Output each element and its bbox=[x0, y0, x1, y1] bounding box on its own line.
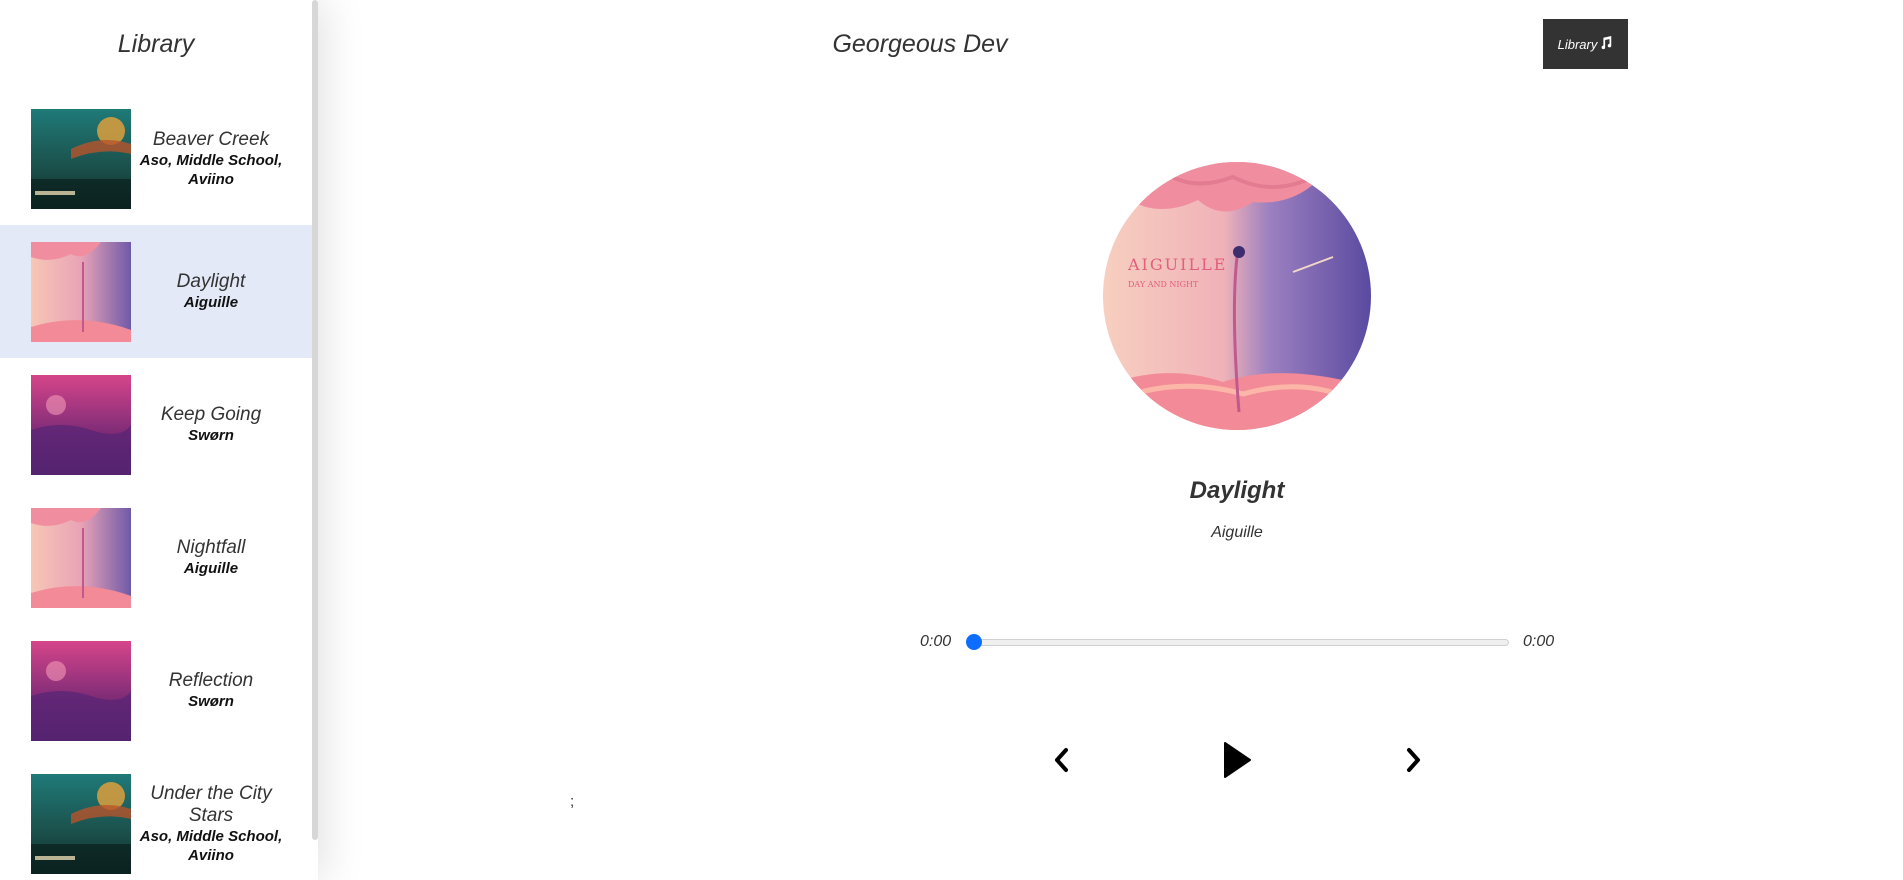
song-item-beaver-creek[interactable]: Beaver Creek Aso, Middle School, Aviino bbox=[0, 92, 312, 225]
song-artist: Swørn bbox=[188, 693, 234, 710]
song-name: Daylight bbox=[176, 271, 246, 292]
album-cover-thumbnail bbox=[31, 640, 131, 741]
song-artist: Aiguille bbox=[183, 560, 239, 577]
song-artist: Aiguille bbox=[183, 294, 239, 311]
album-cover-thumbnail bbox=[31, 507, 131, 608]
duration-time: 0:00 bbox=[1523, 633, 1555, 650]
song-item-reflection[interactable]: Reflection Swørn bbox=[0, 624, 312, 757]
library-button-label: Library bbox=[1557, 36, 1598, 52]
page-title: Georgeous Dev bbox=[832, 30, 1008, 58]
current-song-name: Daylight bbox=[1189, 477, 1285, 504]
song-item-under-the-city-stars[interactable]: Under the City Stars Aso, Middle School,… bbox=[0, 757, 312, 880]
song-artist: Swørn bbox=[188, 427, 234, 444]
album-cover-thumbnail bbox=[31, 773, 131, 874]
song-name: Under the City Stars bbox=[150, 782, 272, 826]
library-title: Library bbox=[117, 30, 195, 58]
song-name: Beaver Creek bbox=[152, 128, 270, 150]
music-note-icon bbox=[1599, 35, 1613, 53]
svg-text:AIGUILLE: AIGUILLE bbox=[1127, 255, 1227, 274]
song-artist: Aso, Middle School, Aviino bbox=[139, 827, 283, 864]
library-sidebar: Library Beaver Creek Aso, Middle School,… bbox=[0, 0, 318, 880]
album-cover-thumbnail bbox=[31, 241, 131, 342]
progress-slider-thumb[interactable] bbox=[966, 634, 982, 650]
song-list: Beaver Creek Aso, Middle School, Aviino … bbox=[0, 92, 312, 880]
album-cover-thumbnail bbox=[31, 374, 131, 475]
song-name: Keep Going bbox=[160, 404, 262, 425]
sidebar-scrollbar[interactable] bbox=[312, 0, 318, 840]
stray-text: ; bbox=[570, 793, 575, 810]
song-artist: Aso, Middle School, Aviino bbox=[139, 151, 283, 188]
song-item-nightfall[interactable]: Nightfall Aiguille bbox=[0, 491, 312, 624]
chevron-right-icon[interactable] bbox=[1403, 746, 1425, 774]
svg-text:DAY AND NIGHT: DAY AND NIGHT bbox=[1128, 280, 1199, 289]
song-name: Nightfall bbox=[176, 537, 246, 558]
album-cover-thumbnail bbox=[31, 108, 131, 209]
album-cover: AIGUILLE DAY AND NIGHT bbox=[1103, 162, 1371, 430]
current-song-artist: Aiguille bbox=[1211, 524, 1263, 541]
library-toggle-button[interactable]: Library bbox=[1543, 19, 1628, 69]
song-item-keep-going[interactable]: Keep Going Swørn bbox=[0, 358, 312, 491]
play-icon[interactable] bbox=[1222, 741, 1252, 779]
current-time: 0:00 bbox=[920, 633, 952, 650]
progress-track[interactable] bbox=[969, 639, 1509, 646]
song-item-daylight[interactable]: Daylight Aiguille bbox=[0, 225, 312, 358]
chevron-left-icon[interactable] bbox=[1050, 746, 1072, 774]
song-name: Reflection bbox=[168, 670, 254, 691]
